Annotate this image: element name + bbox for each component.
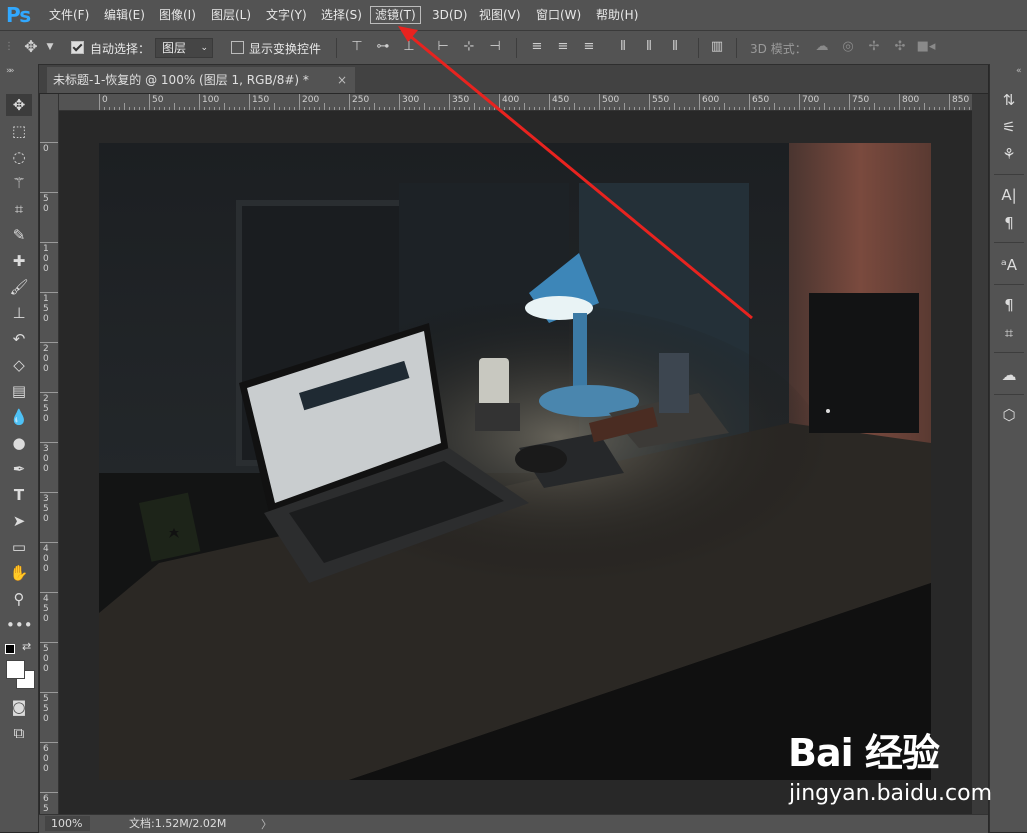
watermark-url: jingyan.baidu.com [789, 781, 993, 806]
annotation-arrow-icon [398, 26, 753, 320]
status-bar: 100% 文档:1.52M/2.02M 〉 [39, 814, 988, 833]
status-menu-arrow-icon[interactable]: 〉 [261, 816, 272, 832]
zoom-field[interactable]: 100% [45, 816, 90, 831]
document-info: 文档:1.52M/2.02M [129, 817, 227, 830]
baidu-logo: Bai 经验 [788, 731, 940, 775]
